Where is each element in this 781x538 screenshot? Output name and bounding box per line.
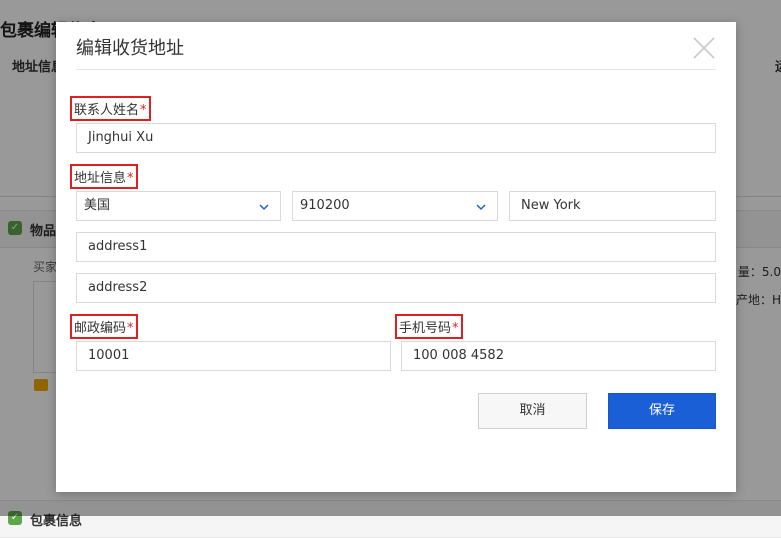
- country-value: 美国: [84, 198, 111, 213]
- required-mark: *: [140, 103, 147, 118]
- phone-label-text: 手机号码: [399, 321, 452, 336]
- chevron-down-icon: [476, 204, 486, 211]
- city-input[interactable]: New York: [509, 191, 716, 221]
- contact-name-label-text: 联系人姓名: [74, 103, 140, 118]
- postal-code-input[interactable]: 10001: [76, 341, 391, 371]
- title-divider: [76, 69, 716, 70]
- address2-input[interactable]: address2: [76, 273, 716, 303]
- region-select[interactable]: 910200: [292, 191, 498, 221]
- region-value: 910200: [300, 198, 350, 213]
- address-label: 地址信息*: [70, 164, 138, 189]
- phone-input[interactable]: 100 008 4582: [401, 341, 716, 371]
- contact-name-label: 联系人姓名*: [70, 96, 151, 121]
- close-icon[interactable]: [692, 36, 716, 60]
- save-button[interactable]: 保存: [608, 393, 716, 429]
- country-select[interactable]: 美国: [76, 191, 281, 221]
- dialog-title: 编辑收货地址: [76, 38, 184, 59]
- chevron-down-icon: [259, 204, 269, 211]
- postal-code-label-text: 邮政编码: [74, 321, 127, 336]
- postal-code-label: 邮政编码*: [70, 314, 138, 339]
- required-mark: *: [452, 321, 459, 336]
- contact-name-input[interactable]: Jinghui Xu: [76, 123, 716, 153]
- required-mark: *: [127, 171, 134, 186]
- cancel-button[interactable]: 取消: [478, 393, 587, 429]
- required-mark: *: [127, 321, 134, 336]
- phone-label: 手机号码*: [395, 314, 463, 339]
- address-label-text: 地址信息: [74, 171, 127, 186]
- address1-input[interactable]: address1: [76, 232, 716, 262]
- edit-address-dialog: 编辑收货地址 联系人姓名* Jinghui Xu 地址信息* 美国 910200…: [56, 22, 736, 492]
